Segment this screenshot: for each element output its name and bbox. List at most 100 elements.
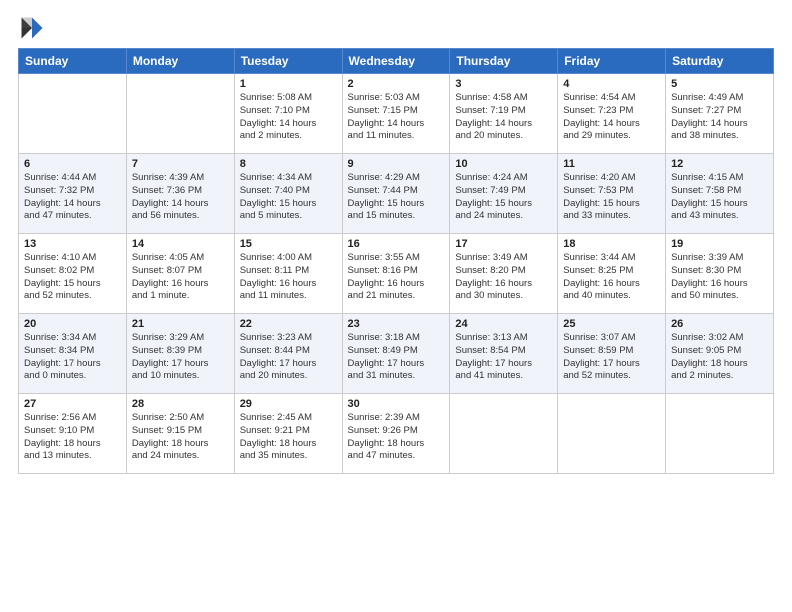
weekday-header: Saturday [666,49,774,74]
day-info: Sunrise: 4:24 AM Sunset: 7:49 PM Dayligh… [455,172,552,223]
day-number: 22 [240,318,337,330]
calendar-cell: 14Sunrise: 4:05 AM Sunset: 8:07 PM Dayli… [126,234,234,314]
day-number: 20 [24,318,121,330]
day-number: 27 [24,398,121,410]
calendar-cell: 21 Sunrise: 3:29 AM Sunset: 8:39 PM Dayli… [126,314,234,394]
calendar-week-row: 6 Sunrise: 4:44 AM Sunset: 7:32 PM Daylig… [19,154,774,234]
day-number: 4 [563,78,660,90]
day-info: Sunrise: 3:39 AM Sunset: 8:30 PM Dayligh… [671,252,768,303]
calendar-cell: 2Sunrise: 5:03 AM Sunset: 7:15 PM Daylig… [342,74,450,154]
calendar-cell: 23 Sunrise: 3:18 AM Sunset: 8:49 PM Dayli… [342,314,450,394]
calendar-cell [126,74,234,154]
day-number: 1 [240,78,337,90]
day-number: 3 [455,78,552,90]
calendar-cell: 30 Sunrise: 2:39 AM Sunset: 9:26 PM Dayli… [342,394,450,474]
day-number: 30 [348,398,445,410]
calendar-cell: 9 Sunrise: 4:29 AM Sunset: 7:44 PM Daylig… [342,154,450,234]
day-info: Sunrise: 4:15 AM Sunset: 7:58 PM Dayligh… [671,172,768,223]
calendar-cell: 27 Sunrise: 2:56 AM Sunset: 9:10 PM Dayli… [19,394,127,474]
day-info: Sunrise: 3:13 AM Sunset: 8:54 PM Dayligh… [455,332,552,383]
day-info: Sunrise: 4:29 AM Sunset: 7:44 PM Dayligh… [348,172,445,223]
calendar-cell: 25Sunrise: 3:07 AM Sunset: 8:59 PM Dayli… [558,314,666,394]
calendar-cell [19,74,127,154]
day-info: Sunrise: 4:34 AM Sunset: 7:40 PM Dayligh… [240,172,337,223]
calendar-cell: 28 Sunrise: 2:50 AM Sunset: 9:15 PM Dayli… [126,394,234,474]
day-info: Sunrise: 2:56 AM Sunset: 9:10 PM Dayligh… [24,412,121,463]
day-info: Sunrise: 3:18 AM Sunset: 8:49 PM Dayligh… [348,332,445,383]
day-number: 26 [671,318,768,330]
day-info: Sunrise: 3:55 AM Sunset: 8:16 PM Dayligh… [348,252,445,303]
calendar-cell: 12 Sunrise: 4:15 AM Sunset: 7:58 PM Dayli… [666,154,774,234]
day-info: Sunrise: 4:10 AM Sunset: 8:02 PM Dayligh… [24,252,121,303]
calendar-cell: 4 Sunrise: 4:54 AM Sunset: 7:23 PM Daylig… [558,74,666,154]
day-info: Sunrise: 3:02 AM Sunset: 9:05 PM Dayligh… [671,332,768,383]
weekday-header: Thursday [450,49,558,74]
day-number: 17 [455,238,552,250]
calendar-cell: 18 Sunrise: 3:44 AM Sunset: 8:25 PM Dayli… [558,234,666,314]
weekday-header: Monday [126,49,234,74]
day-number: 12 [671,158,768,170]
day-info: Sunrise: 2:50 AM Sunset: 9:15 PM Dayligh… [132,412,229,463]
day-number: 13 [24,238,121,250]
calendar-week-row: 13 Sunrise: 4:10 AM Sunset: 8:02 PM Dayli… [19,234,774,314]
day-info: Sunrise: 4:05 AM Sunset: 8:07 PM Dayligh… [132,252,229,303]
calendar-cell [558,394,666,474]
day-number: 10 [455,158,552,170]
day-number: 16 [348,238,445,250]
day-info: Sunrise: 4:54 AM Sunset: 7:23 PM Dayligh… [563,92,660,143]
calendar-header-row: SundayMondayTuesdayWednesdayThursdayFrid… [19,49,774,74]
day-info: Sunrise: 4:58 AM Sunset: 7:19 PM Dayligh… [455,92,552,143]
day-info: Sunrise: 2:39 AM Sunset: 9:26 PM Dayligh… [348,412,445,463]
calendar-cell: 10 Sunrise: 4:24 AM Sunset: 7:49 PM Dayli… [450,154,558,234]
calendar-cell: 22 Sunrise: 3:23 AM Sunset: 8:44 PM Dayli… [234,314,342,394]
day-number: 7 [132,158,229,170]
day-number: 24 [455,318,552,330]
day-info: Sunrise: 4:00 AM Sunset: 8:11 PM Dayligh… [240,252,337,303]
weekday-header: Sunday [19,49,127,74]
day-info: Sunrise: 4:44 AM Sunset: 7:32 PM Dayligh… [24,172,121,223]
day-number: 28 [132,398,229,410]
calendar-week-row: 1Sunrise: 5:08 AM Sunset: 7:10 PM Daylig… [19,74,774,154]
header [18,14,774,42]
calendar-cell: 1Sunrise: 5:08 AM Sunset: 7:10 PM Daylig… [234,74,342,154]
calendar-cell: 6 Sunrise: 4:44 AM Sunset: 7:32 PM Daylig… [19,154,127,234]
day-number: 5 [671,78,768,90]
calendar-cell: 13 Sunrise: 4:10 AM Sunset: 8:02 PM Dayli… [19,234,127,314]
calendar-week-row: 27 Sunrise: 2:56 AM Sunset: 9:10 PM Dayli… [19,394,774,474]
day-number: 18 [563,238,660,250]
day-info: Sunrise: 3:23 AM Sunset: 8:44 PM Dayligh… [240,332,337,383]
day-number: 8 [240,158,337,170]
day-number: 11 [563,158,660,170]
day-number: 6 [24,158,121,170]
weekday-header: Wednesday [342,49,450,74]
day-info: Sunrise: 4:39 AM Sunset: 7:36 PM Dayligh… [132,172,229,223]
day-number: 29 [240,398,337,410]
day-info: Sunrise: 3:44 AM Sunset: 8:25 PM Dayligh… [563,252,660,303]
day-number: 2 [348,78,445,90]
day-number: 21 [132,318,229,330]
day-number: 23 [348,318,445,330]
day-info: Sunrise: 4:49 AM Sunset: 7:27 PM Dayligh… [671,92,768,143]
day-number: 15 [240,238,337,250]
day-info: Sunrise: 3:34 AM Sunset: 8:34 PM Dayligh… [24,332,121,383]
calendar-cell: 8 Sunrise: 4:34 AM Sunset: 7:40 PM Daylig… [234,154,342,234]
calendar-cell: 19Sunrise: 3:39 AM Sunset: 8:30 PM Dayli… [666,234,774,314]
calendar-cell: 17Sunrise: 3:49 AM Sunset: 8:20 PM Dayli… [450,234,558,314]
day-info: Sunrise: 4:20 AM Sunset: 7:53 PM Dayligh… [563,172,660,223]
logo [18,14,50,42]
calendar-cell: 29Sunrise: 2:45 AM Sunset: 9:21 PM Dayli… [234,394,342,474]
day-number: 9 [348,158,445,170]
calendar-cell: 3 Sunrise: 4:58 AM Sunset: 7:19 PM Daylig… [450,74,558,154]
calendar-cell: 5 Sunrise: 4:49 AM Sunset: 7:27 PM Daylig… [666,74,774,154]
calendar-cell: 7 Sunrise: 4:39 AM Sunset: 7:36 PM Daylig… [126,154,234,234]
page: SundayMondayTuesdayWednesdayThursdayFrid… [0,0,792,612]
day-info: Sunrise: 3:29 AM Sunset: 8:39 PM Dayligh… [132,332,229,383]
day-number: 25 [563,318,660,330]
calendar-cell [666,394,774,474]
calendar-cell: 15 Sunrise: 4:00 AM Sunset: 8:11 PM Dayli… [234,234,342,314]
calendar-cell: 24 Sunrise: 3:13 AM Sunset: 8:54 PM Dayli… [450,314,558,394]
logo-icon [18,14,46,42]
calendar: SundayMondayTuesdayWednesdayThursdayFrid… [18,48,774,474]
calendar-week-row: 20 Sunrise: 3:34 AM Sunset: 8:34 PM Dayli… [19,314,774,394]
calendar-cell: 26 Sunrise: 3:02 AM Sunset: 9:05 PM Dayli… [666,314,774,394]
